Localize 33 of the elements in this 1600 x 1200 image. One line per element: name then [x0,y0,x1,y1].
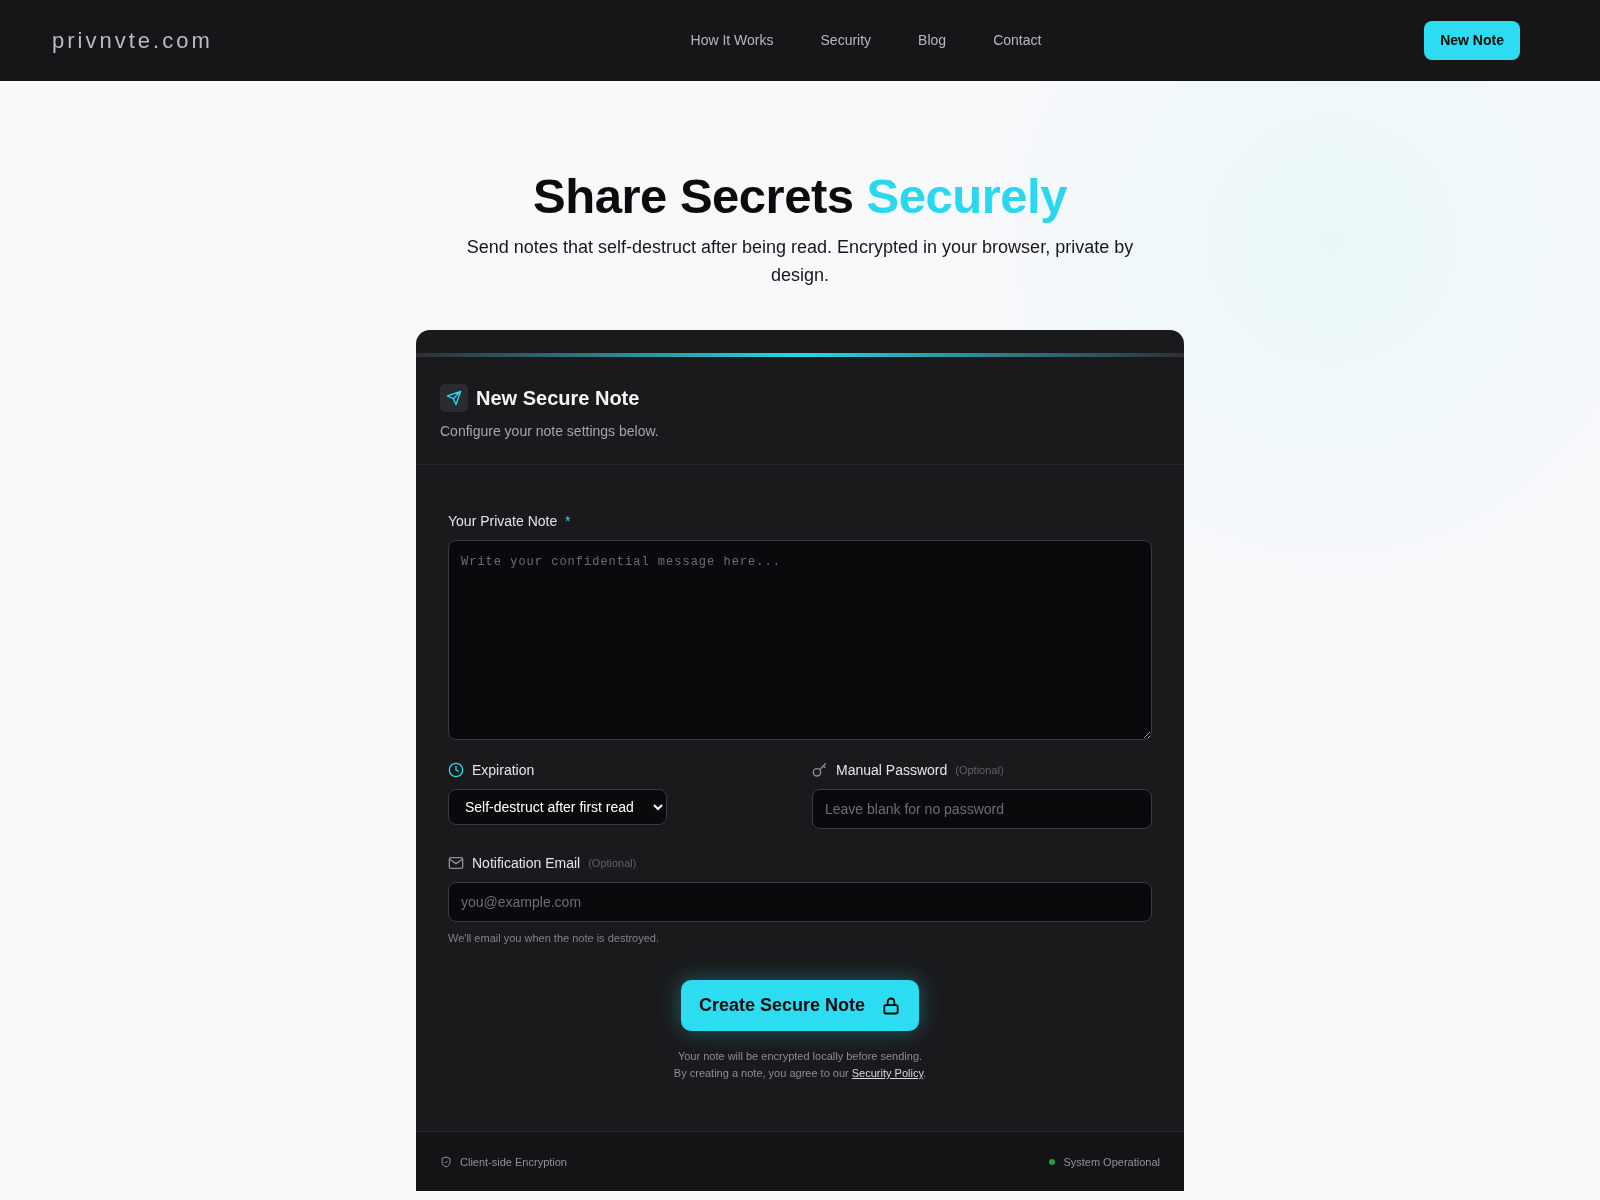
new-note-button[interactable]: New Note [1424,21,1520,60]
field-label: Notification Email [472,853,581,873]
field-label: Manual Password [836,760,948,780]
field-hint: We'll email you when the note is destroyed. [448,930,660,946]
card-subtitle: Configure your note settings below. [440,421,660,441]
optional-tag: (Optional) [955,761,1004,779]
nav-link[interactable]: Contact [993,30,1042,51]
nav-link[interactable]: Blog [918,30,947,51]
key-icon [812,762,828,779]
agreement-text: By creating a note, you agree to our Security Policy. [673,1066,927,1082]
envelope-icon [448,855,464,872]
field-label: Expiration [472,760,535,780]
password-field[interactable]: Leave blank for no password [812,788,1152,829]
expiration-select[interactable]: Self-destruct after first read [448,788,667,825]
encryption-note: Your note will be encrypted locally before sending. [677,1049,923,1065]
hero-subtitle: Send notes that self-destruct after being read. Encrypted in your browser, private by design. [465,235,1135,287]
card-title: New Secure Note [476,385,640,411]
footer-text: Client-side Encryption [460,1155,567,1171]
shield-icon [440,1156,452,1169]
site-logo[interactable]: privnvte.com [52,24,213,57]
nav-link[interactable]: Security [820,30,872,51]
send-icon [440,383,468,412]
nav-link[interactable]: How It Works [690,30,774,51]
required-mark: * [565,512,571,529]
note-textarea[interactable]: Write your confidential message here... [448,539,1152,740]
email-field[interactable]: you@example.com [448,881,1152,922]
clock-icon [448,762,464,779]
field-label: Your Private Note [448,512,558,529]
optional-tag: (Optional) [588,854,637,872]
create-note-button[interactable]: Create Secure Note [680,980,920,1032]
status-text: System Operational [1063,1155,1160,1171]
lock-icon [881,995,902,1016]
hero-title: Share Secrets Securely [533,168,1067,225]
